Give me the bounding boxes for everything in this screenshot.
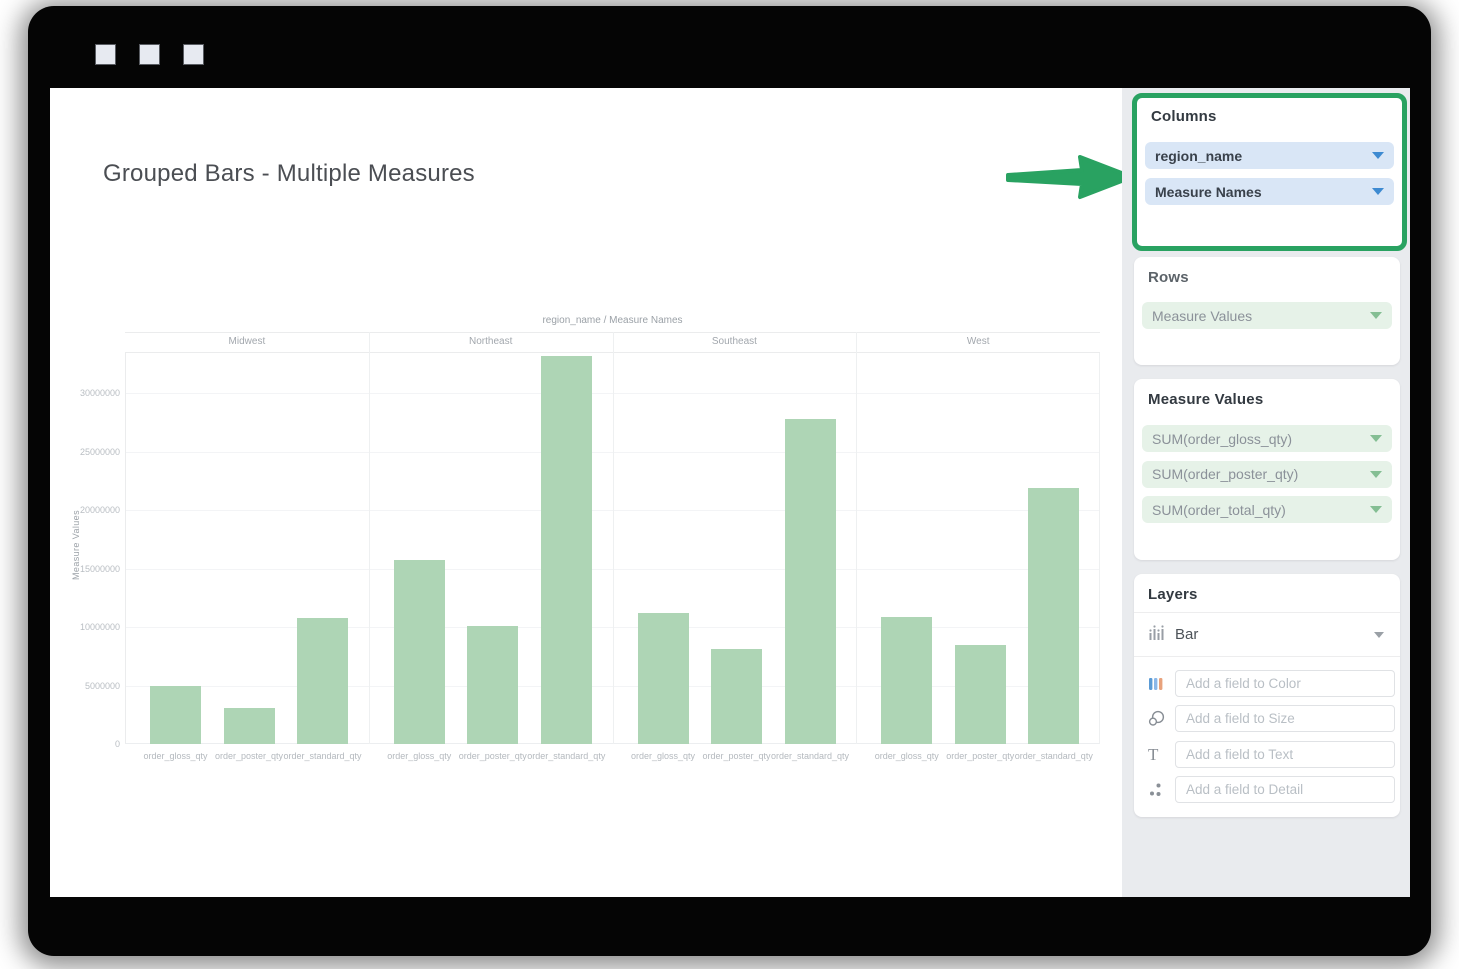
add-field-size-input[interactable] — [1175, 705, 1395, 732]
y-axis-tick: 5000000 — [58, 681, 120, 691]
bar-midwest-order_standard_qty[interactable] — [297, 618, 348, 744]
x-axis-tick: order_standard_qty — [762, 751, 858, 761]
y-axis-tick: 0 — [58, 739, 120, 749]
add-field-color-input[interactable] — [1175, 670, 1395, 697]
x-axis-tick: order_standard_qty — [1006, 751, 1102, 761]
chart-column-field-title: region_name / Measure Names — [125, 315, 1100, 326]
y-axis-tick: 15000000 — [58, 564, 120, 574]
drop-target-size — [1134, 705, 1400, 732]
field-pill-sum-order-gloss-qty-[interactable]: SUM(order_gloss_qty) — [1142, 425, 1392, 452]
pane-label-southeast: Southeast — [613, 336, 857, 350]
y-axis-tick: 20000000 — [58, 505, 120, 515]
bar-west-order_gloss_qty[interactable] — [881, 617, 932, 745]
color-icon — [1148, 676, 1175, 692]
add-field-text-input[interactable] — [1175, 741, 1395, 768]
field-pill-sum-order-poster-qty-[interactable]: SUM(order_poster_qty) — [1142, 461, 1392, 488]
content-area: Grouped Bars - Multiple Measures region_… — [50, 88, 1410, 897]
y-axis-tick: 10000000 — [58, 622, 120, 632]
field-pill-sum-order-total-qty-[interactable]: SUM(order_total_qty) — [1142, 496, 1392, 523]
dropdown-arrow-icon[interactable] — [1372, 188, 1384, 195]
drop-target-text: T — [1134, 741, 1400, 768]
bar-midwest-order_poster_qty[interactable] — [224, 708, 275, 744]
bar-southeast-order_gloss_qty[interactable] — [638, 613, 689, 744]
y-axis-tick: 30000000 — [58, 388, 120, 398]
measure-values-shelf: Measure Values SUM(order_gloss_qty) SUM(… — [1134, 379, 1400, 560]
bar-west-order_standard_qty[interactable] — [1028, 488, 1079, 744]
bar-chart-icon — [1148, 624, 1165, 646]
bar-midwest-order_gloss_qty[interactable] — [150, 686, 201, 745]
dropdown-arrow-icon[interactable] — [1370, 506, 1382, 513]
pane-separator — [369, 332, 370, 744]
layers-panel: Layers Bar — [1134, 574, 1400, 817]
drop-target-color — [1134, 670, 1400, 697]
layer-name: Bar — [1175, 626, 1374, 643]
layer-row-bar[interactable]: Bar — [1134, 613, 1400, 656]
size-icon — [1148, 710, 1175, 727]
measure-values-title: Measure Values — [1148, 391, 1263, 408]
dropdown-arrow-icon[interactable] — [1370, 435, 1382, 442]
pane-separator — [613, 332, 614, 744]
field-pill-measure-names[interactable]: Measure Names — [1145, 178, 1394, 205]
detail-icon — [1148, 782, 1175, 798]
divider — [1134, 656, 1400, 657]
pane-label-midwest: Midwest — [125, 336, 369, 350]
shelf-sidebar: Columns region_name Measure Names Rows M… — [1122, 88, 1410, 897]
field-pill-measure-values[interactable]: Measure Values — [1142, 302, 1392, 329]
bar-southeast-order_poster_qty[interactable] — [711, 649, 762, 744]
x-axis-tick: order_standard_qty — [275, 751, 371, 761]
dropdown-arrow-icon[interactable] — [1372, 152, 1384, 159]
drop-target-detail — [1134, 776, 1400, 803]
rows-shelf-title: Rows — [1148, 269, 1189, 286]
window-titlebar — [28, 6, 1431, 88]
columns-shelf-title: Columns — [1151, 108, 1217, 125]
window-button-2[interactable] — [139, 44, 160, 65]
dropdown-arrow-icon[interactable] — [1370, 471, 1382, 478]
bar-northeast-order_gloss_qty[interactable] — [394, 560, 445, 744]
add-field-detail-input[interactable] — [1175, 776, 1395, 803]
pane-label-northeast: Northeast — [369, 336, 613, 350]
layers-panel-title: Layers — [1148, 586, 1198, 603]
app-window: Grouped Bars - Multiple Measures region_… — [28, 6, 1431, 956]
chart-canvas: Grouped Bars - Multiple Measures region_… — [50, 88, 1122, 897]
text-icon: T — [1148, 746, 1175, 763]
chevron-down-icon[interactable] — [1374, 632, 1384, 638]
pane-label-west: West — [856, 336, 1100, 350]
callout-arrow-icon — [1006, 151, 1134, 203]
window-button-1[interactable] — [95, 44, 116, 65]
columns-shelf-highlighted: Columns region_name Measure Names — [1132, 93, 1407, 251]
page-title: Grouped Bars - Multiple Measures — [103, 160, 475, 188]
dropdown-arrow-icon[interactable] — [1370, 312, 1382, 319]
field-pill-region-name[interactable]: region_name — [1145, 142, 1394, 169]
pane-separator — [856, 332, 857, 744]
bar-northeast-order_poster_qty[interactable] — [467, 626, 518, 744]
x-axis-tick: order_standard_qty — [518, 751, 614, 761]
rows-shelf: Rows Measure Values — [1134, 257, 1400, 365]
y-axis-tick: 25000000 — [58, 447, 120, 457]
bar-southeast-order_standard_qty[interactable] — [785, 419, 836, 744]
bar-northeast-order_standard_qty[interactable] — [541, 356, 592, 744]
bar-west-order_poster_qty[interactable] — [955, 645, 1006, 744]
window-button-3[interactable] — [183, 44, 204, 65]
